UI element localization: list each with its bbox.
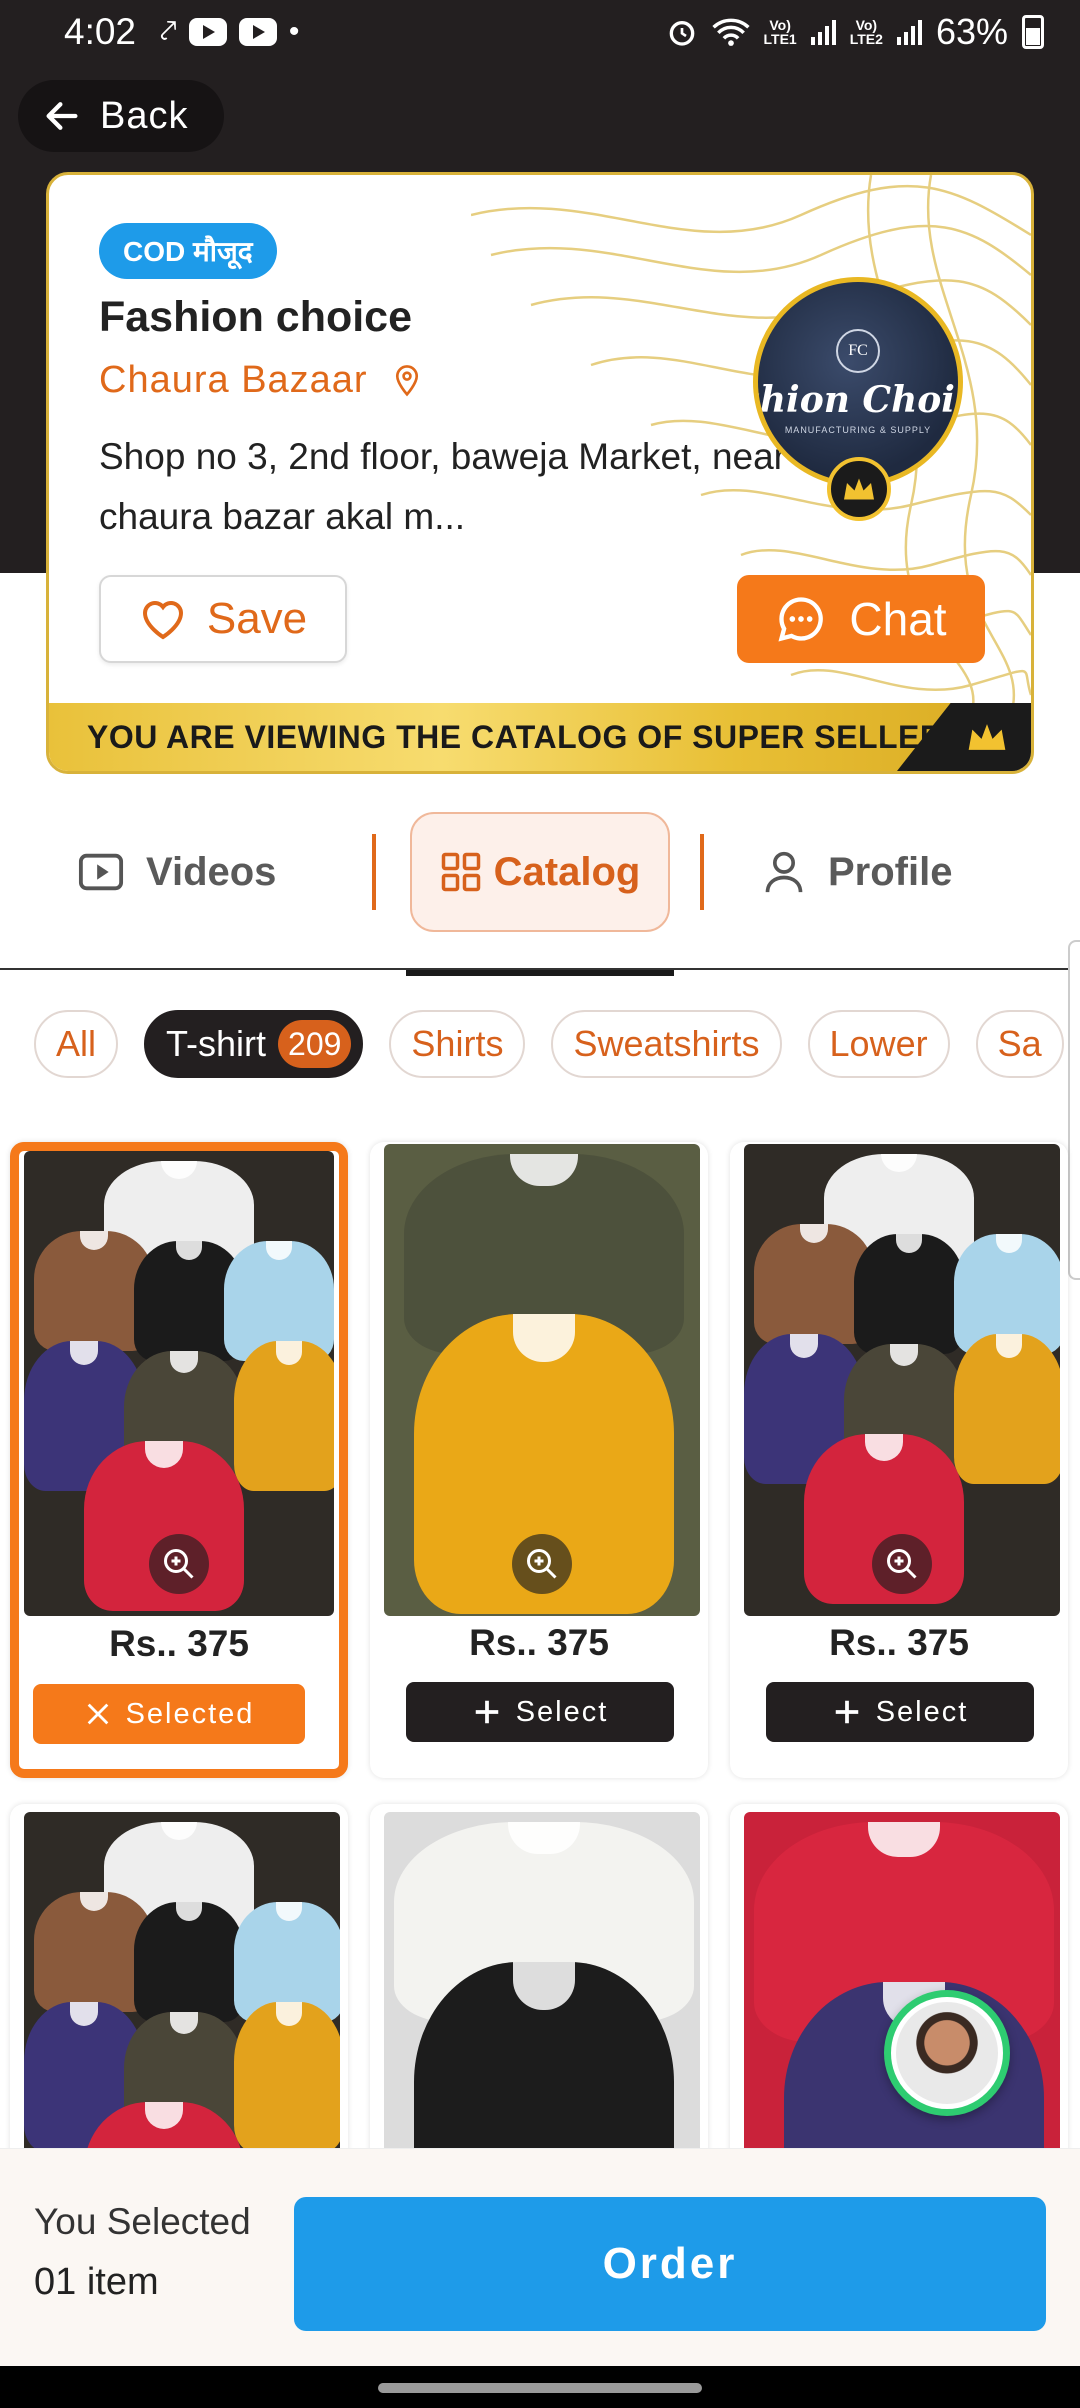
zoom-in-icon[interactable] [512,1534,572,1594]
tab-separator [700,834,704,910]
selected-label: Selected [125,1697,255,1730]
grid-icon [441,852,480,892]
chip-sweatshirts[interactable]: Sweatshirts [551,1010,782,1078]
arrow-left-icon [46,102,78,130]
tab-active-indicator [406,970,674,976]
select-label: Select [875,1695,969,1728]
product-image[interactable] [744,1144,1060,1616]
product-image[interactable] [24,1151,334,1616]
cod-badge: COD मौजूद [99,223,277,279]
plus-icon [475,1700,498,1724]
avatar [891,1997,1003,2109]
close-icon [87,1703,108,1725]
chip-label: Sweatshirts [573,1023,760,1064]
product-card[interactable]: Rs.. 375 Select [370,1142,708,1778]
tab-catalog[interactable]: Catalog [410,812,670,932]
product-price: Rs.. 375 [469,1622,609,1663]
chat-button[interactable]: Chat [737,575,985,663]
lte1-icon: Vo) LTE1 [763,17,797,47]
tab-videos-label: Videos [146,849,277,894]
store-location-label: Chaura Bazaar [99,359,368,401]
select-button[interactable]: Select [766,1682,1034,1742]
selected-count-value: 01 item [34,2261,159,2303]
chip-lower[interactable]: Lower [807,1010,950,1078]
plus-icon [835,1700,858,1724]
chip-tshirt[interactable]: T-shirt 209 [144,1010,364,1078]
home-gesture-handle[interactable] [378,2383,702,2393]
tab-catalog-label: Catalog [493,849,641,894]
battery-icon [1022,15,1044,49]
tab-profile-label: Profile [828,849,953,894]
product-price: Rs.. 375 [829,1622,969,1663]
support-avatar-button[interactable] [884,1990,1010,2116]
order-label: Order [602,2239,738,2288]
tab-videos[interactable]: Videos [78,812,276,932]
status-time: 4:02 [64,11,137,52]
chip-label: Lower [829,1023,928,1064]
status-system-icons: Vo) LTE1 Vo) LTE2 63% [666,11,1044,53]
youtube-icon [238,18,277,46]
store-card: COD मौजूद Fashion choice Chaura Bazaar S… [46,172,1034,774]
logo-initials: FC [836,329,880,373]
tabs-divider [0,968,1080,970]
scrollbar[interactable] [1068,940,1080,1280]
chip-all[interactable]: All [34,1010,119,1078]
chip-sa[interactable]: Sa [975,1010,1064,1078]
heart-icon [142,601,183,640]
product-price: Rs.. 375 [109,1623,249,1664]
more-dot-icon: • [288,15,300,48]
missed-call-icon: ⤤ [160,15,177,48]
store-name: Fashion choice [99,293,413,341]
order-button[interactable]: Order [294,2197,1046,2331]
play-icon [78,853,124,891]
category-chips: All T-shirt 209 Shirts Sweatshirts Lower… [34,1010,1064,1078]
save-label: Save [206,594,308,643]
super-seller-crown-icon [827,457,891,521]
chip-label: All [56,1023,97,1064]
logo-text: ashion Choice [758,379,958,421]
chip-shirts[interactable]: Shirts [389,1010,526,1078]
crown-icon [968,724,1006,750]
status-notification-icons: ⤤ • [160,15,299,49]
tab-bar: Videos Catalog Profile [0,812,1080,976]
back-label: Back [100,94,189,137]
store-logo: FC ashion Choice MANUFACTURING & SUPPLY [753,277,963,487]
alarm-icon [669,20,694,46]
product-card[interactable]: Rs.. 375 Selected [10,1142,348,1778]
super-seller-text: YOU ARE VIEWING THE CATALOG OF SUPER SEL… [87,718,944,755]
chip-label: Sa [997,1023,1042,1064]
lte2-icon: Vo) LTE2 [849,17,883,47]
product-card[interactable]: Rs.. 375 Select [730,1142,1068,1778]
battery-percent: 63% [935,11,1008,52]
signal-icon [810,19,836,45]
chip-count-badge: 209 [278,1020,352,1068]
select-button[interactable]: Select [406,1682,674,1742]
signal-icon [896,19,922,45]
zoom-in-icon[interactable] [872,1534,932,1594]
select-label: Select [515,1695,609,1728]
tab-profile[interactable]: Profile [762,812,952,932]
store-location[interactable]: Chaura Bazaar [99,359,422,402]
status-bar: 4:02 ⤤ • Vo) LTE1 Vo) LTE2 63% [0,0,1080,64]
super-seller-banner: YOU ARE VIEWING THE CATALOG OF SUPER SEL… [49,703,1031,771]
location-pin-icon [395,364,418,396]
chip-label: Shirts [411,1023,504,1064]
youtube-icon [188,18,227,46]
logo-subtext: MANUFACTURING & SUPPLY [784,425,932,435]
store-address: Shop no 3, 2nd floor, baweja Market, nea… [99,436,786,537]
save-button[interactable]: Save [99,575,347,663]
order-bar: You Selected 01 item Order [0,2148,1080,2366]
selected-button[interactable]: Selected [33,1684,305,1744]
chat-label: Chat [849,593,947,645]
back-button[interactable]: Back [18,80,224,152]
chat-bubble-icon [778,597,824,642]
product-image[interactable] [384,1144,700,1616]
chip-label: T-shirt [166,1023,267,1064]
zoom-in-icon[interactable] [149,1534,209,1594]
selected-count-label: You Selected [34,2201,251,2242]
tab-separator [372,834,376,910]
person-icon [765,851,803,893]
wifi-icon [711,18,750,46]
